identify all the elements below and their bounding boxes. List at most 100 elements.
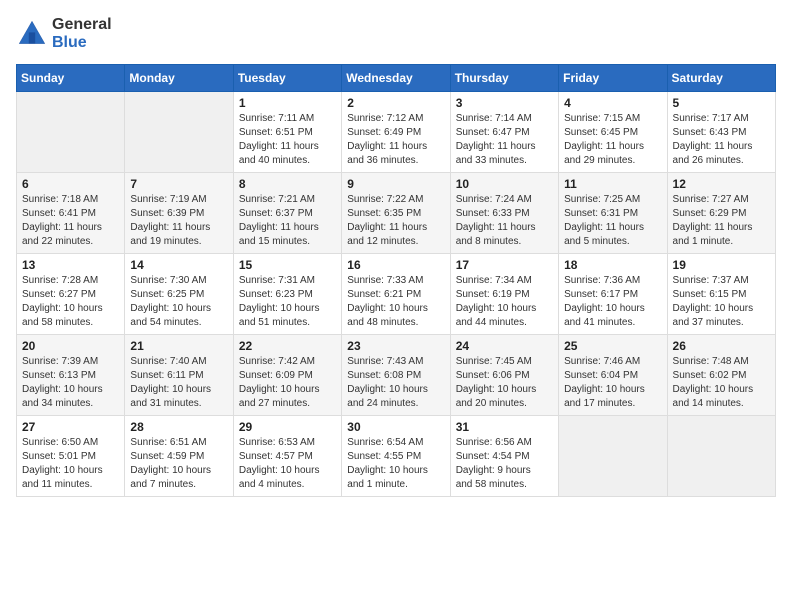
weekday-header: Tuesday: [233, 65, 341, 92]
calendar-cell: 11 Sunrise: 7:25 AM Sunset: 6:31 PM Dayli…: [559, 173, 667, 254]
calendar-cell: 20 Sunrise: 7:39 AM Sunset: 6:13 PM Dayli…: [17, 335, 125, 416]
calendar-cell: 23 Sunrise: 7:43 AM Sunset: 6:08 PM Dayli…: [342, 335, 450, 416]
day-number: 10: [456, 177, 553, 191]
calendar-cell: 17 Sunrise: 7:34 AM Sunset: 6:19 PM Dayli…: [450, 254, 558, 335]
calendar-cell: 2 Sunrise: 7:12 AM Sunset: 6:49 PM Daylig…: [342, 92, 450, 173]
day-info: Sunrise: 7:40 AM Sunset: 6:11 PM Dayligh…: [130, 355, 227, 411]
weekday-header: Monday: [125, 65, 233, 92]
day-info: Sunrise: 7:39 AM Sunset: 6:13 PM Dayligh…: [22, 355, 119, 411]
calendar-cell: 7 Sunrise: 7:19 AM Sunset: 6:39 PM Daylig…: [125, 173, 233, 254]
day-number: 12: [673, 177, 770, 191]
day-number: 5: [673, 96, 770, 110]
calendar-cell: [17, 92, 125, 173]
calendar-cell: 10 Sunrise: 7:24 AM Sunset: 6:33 PM Dayli…: [450, 173, 558, 254]
day-info: Sunrise: 7:42 AM Sunset: 6:09 PM Dayligh…: [239, 355, 336, 411]
day-info: Sunrise: 7:34 AM Sunset: 6:19 PM Dayligh…: [456, 274, 553, 330]
day-info: Sunrise: 7:12 AM Sunset: 6:49 PM Dayligh…: [347, 112, 444, 168]
day-info: Sunrise: 6:51 AM Sunset: 4:59 PM Dayligh…: [130, 436, 227, 492]
calendar-cell: 21 Sunrise: 7:40 AM Sunset: 6:11 PM Dayli…: [125, 335, 233, 416]
day-info: Sunrise: 7:22 AM Sunset: 6:35 PM Dayligh…: [347, 193, 444, 249]
day-number: 22: [239, 339, 336, 353]
day-info: Sunrise: 7:18 AM Sunset: 6:41 PM Dayligh…: [22, 193, 119, 249]
day-number: 13: [22, 258, 119, 272]
day-info: Sunrise: 7:24 AM Sunset: 6:33 PM Dayligh…: [456, 193, 553, 249]
calendar-cell: 24 Sunrise: 7:45 AM Sunset: 6:06 PM Dayli…: [450, 335, 558, 416]
weekday-header: Thursday: [450, 65, 558, 92]
calendar-table: SundayMondayTuesdayWednesdayThursdayFrid…: [16, 64, 776, 497]
weekday-header: Friday: [559, 65, 667, 92]
day-info: Sunrise: 7:45 AM Sunset: 6:06 PM Dayligh…: [456, 355, 553, 411]
day-info: Sunrise: 7:14 AM Sunset: 6:47 PM Dayligh…: [456, 112, 553, 168]
day-number: 3: [456, 96, 553, 110]
day-info: Sunrise: 7:27 AM Sunset: 6:29 PM Dayligh…: [673, 193, 770, 249]
calendar-cell: 5 Sunrise: 7:17 AM Sunset: 6:43 PM Daylig…: [667, 92, 775, 173]
calendar-cell: 29 Sunrise: 6:53 AM Sunset: 4:57 PM Dayli…: [233, 416, 341, 497]
weekday-header: Wednesday: [342, 65, 450, 92]
day-info: Sunrise: 7:43 AM Sunset: 6:08 PM Dayligh…: [347, 355, 444, 411]
calendar-cell: 18Sunrise: 7:36 AM Sunset: 6:17 PM Dayli…: [559, 254, 667, 335]
day-info: Sunrise: 7:11 AM Sunset: 6:51 PM Dayligh…: [239, 112, 336, 168]
day-info: Sunrise: 7:19 AM Sunset: 6:39 PM Dayligh…: [130, 193, 227, 249]
day-number: 26: [673, 339, 770, 353]
calendar-cell: 6 Sunrise: 7:18 AM Sunset: 6:41 PM Daylig…: [17, 173, 125, 254]
day-number: 6: [22, 177, 119, 191]
day-info: Sunrise: 6:53 AM Sunset: 4:57 PM Dayligh…: [239, 436, 336, 492]
page-header: General Blue: [16, 16, 776, 52]
day-number: 20: [22, 339, 119, 353]
calendar-cell: 28 Sunrise: 6:51 AM Sunset: 4:59 PM Dayli…: [125, 416, 233, 497]
calendar-cell: 8Sunrise: 7:21 AM Sunset: 6:37 PM Daylig…: [233, 173, 341, 254]
calendar-cell: 26 Sunrise: 7:48 AM Sunset: 6:02 PM Dayli…: [667, 335, 775, 416]
day-info: Sunrise: 7:48 AM Sunset: 6:02 PM Dayligh…: [673, 355, 770, 411]
day-info: Sunrise: 7:30 AM Sunset: 6:25 PM Dayligh…: [130, 274, 227, 330]
day-info: Sunrise: 7:28 AM Sunset: 6:27 PM Dayligh…: [22, 274, 119, 330]
calendar-cell: 16 Sunrise: 7:33 AM Sunset: 6:21 PM Dayli…: [342, 254, 450, 335]
day-number: 14: [130, 258, 227, 272]
day-number: 7: [130, 177, 227, 191]
day-info: Sunrise: 7:33 AM Sunset: 6:21 PM Dayligh…: [347, 274, 444, 330]
logo-text: General Blue: [52, 16, 112, 52]
day-number: 4: [564, 96, 661, 110]
calendar-cell: 15 Sunrise: 7:31 AM Sunset: 6:23 PM Dayli…: [233, 254, 341, 335]
calendar-cell: 3 Sunrise: 7:14 AM Sunset: 6:47 PM Daylig…: [450, 92, 558, 173]
calendar-cell: 19Sunrise: 7:37 AM Sunset: 6:15 PM Dayli…: [667, 254, 775, 335]
calendar-cell: 22 Sunrise: 7:42 AM Sunset: 6:09 PM Dayli…: [233, 335, 341, 416]
day-info: Sunrise: 6:56 AM Sunset: 4:54 PM Dayligh…: [456, 436, 553, 492]
calendar-cell: 12 Sunrise: 7:27 AM Sunset: 6:29 PM Dayli…: [667, 173, 775, 254]
day-number: 15: [239, 258, 336, 272]
day-number: 31: [456, 420, 553, 434]
day-info: Sunrise: 6:54 AM Sunset: 4:55 PM Dayligh…: [347, 436, 444, 492]
day-number: 16: [347, 258, 444, 272]
day-info: Sunrise: 7:25 AM Sunset: 6:31 PM Dayligh…: [564, 193, 661, 249]
day-info: Sunrise: 7:21 AM Sunset: 6:37 PM Dayligh…: [239, 193, 336, 249]
day-number: 11: [564, 177, 661, 191]
calendar-cell: [667, 416, 775, 497]
day-info: Sunrise: 7:15 AM Sunset: 6:45 PM Dayligh…: [564, 112, 661, 168]
day-info: Sunrise: 7:46 AM Sunset: 6:04 PM Dayligh…: [564, 355, 661, 411]
logo-icon: [16, 18, 48, 50]
day-number: 28: [130, 420, 227, 434]
day-number: 1: [239, 96, 336, 110]
calendar-cell: [125, 92, 233, 173]
weekday-header: Sunday: [17, 65, 125, 92]
calendar-cell: 1 Sunrise: 7:11 AM Sunset: 6:51 PM Daylig…: [233, 92, 341, 173]
day-number: 17: [456, 258, 553, 272]
day-number: 2: [347, 96, 444, 110]
calendar-cell: 4 Sunrise: 7:15 AM Sunset: 6:45 PM Daylig…: [559, 92, 667, 173]
day-number: 23: [347, 339, 444, 353]
day-number: 9: [347, 177, 444, 191]
calendar-cell: 13 Sunrise: 7:28 AM Sunset: 6:27 PM Dayli…: [17, 254, 125, 335]
day-number: 29: [239, 420, 336, 434]
logo: General Blue: [16, 16, 112, 52]
day-info: Sunrise: 7:17 AM Sunset: 6:43 PM Dayligh…: [673, 112, 770, 168]
day-info: Sunrise: 6:50 AM Sunset: 5:01 PM Dayligh…: [22, 436, 119, 492]
calendar-cell: 30Sunrise: 6:54 AM Sunset: 4:55 PM Dayli…: [342, 416, 450, 497]
calendar-cell: 27Sunrise: 6:50 AM Sunset: 5:01 PM Dayli…: [17, 416, 125, 497]
weekday-header: Saturday: [667, 65, 775, 92]
day-number: 21: [130, 339, 227, 353]
day-number: 25: [564, 339, 661, 353]
day-number: 24: [456, 339, 553, 353]
day-number: 18: [564, 258, 661, 272]
day-number: 19: [673, 258, 770, 272]
day-info: Sunrise: 7:31 AM Sunset: 6:23 PM Dayligh…: [239, 274, 336, 330]
calendar-header: SundayMondayTuesdayWednesdayThursdayFrid…: [17, 65, 776, 92]
